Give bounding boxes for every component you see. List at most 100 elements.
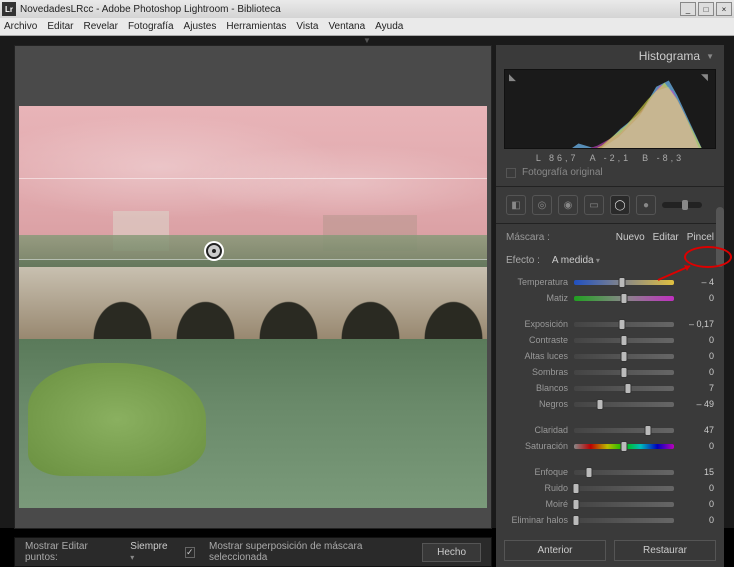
slider-sombras: Sombras0 — [506, 364, 714, 380]
menu-editar[interactable]: Editar — [47, 21, 73, 32]
effect-dropdown[interactable]: A medida — [552, 255, 600, 266]
slider-label: Ruido — [506, 483, 568, 493]
menu-ayuda[interactable]: Ayuda — [375, 21, 403, 32]
slider-matiz: Matiz 0 — [506, 290, 714, 306]
slider-knob[interactable] — [573, 483, 580, 494]
close-button[interactable]: × — [716, 2, 732, 16]
histogram: ◣ ◥ — [504, 69, 716, 149]
menu-vista[interactable]: Vista — [296, 21, 318, 32]
slider-track[interactable] — [574, 296, 674, 301]
top-panel-collapse[interactable]: ▼ — [0, 36, 734, 45]
slider-label: Claridad — [506, 425, 568, 435]
image-canvas[interactable] — [14, 45, 492, 529]
crop-tool[interactable]: ◧ — [506, 195, 526, 215]
original-checkbox[interactable] — [506, 168, 516, 178]
slider-knob[interactable] — [573, 515, 580, 526]
slider-knob[interactable] — [625, 383, 632, 394]
spot-tool[interactable]: ◎ — [532, 195, 552, 215]
slider-value: 0 — [680, 351, 714, 361]
menu-herramientas[interactable]: Herramientas — [226, 21, 286, 32]
histogram-header[interactable]: Histograma — [496, 45, 724, 67]
brush-tool[interactable]: ● — [636, 195, 656, 215]
previous-button[interactable]: Anterior — [504, 540, 606, 561]
slider-label: Contraste — [506, 335, 568, 345]
menu-revelar[interactable]: Revelar — [83, 21, 117, 32]
adjustment-pin[interactable] — [206, 243, 222, 259]
slider-knob[interactable] — [621, 367, 628, 378]
menu-ajustes[interactable]: Ajustes — [184, 21, 217, 32]
slider-knob[interactable] — [621, 335, 628, 346]
slider-track[interactable] — [574, 444, 674, 449]
slider-knob[interactable] — [619, 319, 626, 330]
slider-knob[interactable] — [621, 441, 628, 452]
slider-ruido: Ruido 0 — [506, 480, 714, 496]
minimize-button[interactable]: _ — [680, 2, 696, 16]
radial-tool[interactable]: ◯ — [610, 195, 630, 215]
menu-ventana[interactable]: Ventana — [328, 21, 365, 32]
mask-brush[interactable]: Pincel — [687, 232, 714, 243]
slider-value: 15 — [680, 467, 714, 477]
slider-track[interactable] — [574, 502, 674, 507]
slider-track[interactable] — [574, 338, 674, 343]
slider-value: 7 — [680, 383, 714, 393]
overlay-label: Mostrar superposición de máscara selecci… — [209, 541, 408, 563]
slider-track[interactable] — [574, 280, 674, 285]
slider-knob[interactable] — [645, 425, 652, 436]
slider-track[interactable] — [574, 486, 674, 491]
mask-new[interactable]: Nuevo — [616, 232, 645, 243]
slider-track[interactable] — [574, 402, 674, 407]
slider-knob[interactable] — [573, 499, 580, 510]
overlay-checkbox[interactable]: ✓ — [185, 547, 195, 558]
slider-value: 0 — [680, 441, 714, 451]
done-button[interactable]: Hecho — [422, 543, 481, 562]
right-panel: Histograma ◣ ◥ L 86,7 A -2,1 B -8,3 — [496, 45, 724, 567]
original-label: Fotografía original — [522, 167, 603, 178]
slider-track[interactable] — [574, 518, 674, 523]
slider-track[interactable] — [574, 354, 674, 359]
tool-size-slider[interactable] — [662, 202, 702, 208]
grad-tool[interactable]: ▭ — [584, 195, 604, 215]
slider-label: Temperatura — [506, 277, 568, 287]
slider-label: Matiz — [506, 293, 568, 303]
slider-exposición: Exposición – 0,17 — [506, 316, 714, 332]
show-pins-dropdown[interactable]: Siempre — [130, 541, 170, 563]
slider-value: 0 — [680, 293, 714, 303]
mask-edit[interactable]: Editar — [653, 232, 679, 243]
slider-knob[interactable] — [621, 293, 628, 304]
panel-scrollbar[interactable] — [716, 207, 724, 267]
redeye-tool[interactable]: ◉ — [558, 195, 578, 215]
slider-track[interactable] — [574, 322, 674, 327]
slider-track[interactable] — [574, 370, 674, 375]
window-title: NovedadesLRcc - Adobe Photoshop Lightroo… — [20, 4, 680, 15]
slider-knob[interactable] — [586, 467, 593, 478]
show-pins-label: Mostrar Editar puntos: — [25, 541, 116, 563]
slider-blancos: Blancos7 — [506, 380, 714, 396]
right-panel-collapse[interactable] — [724, 45, 734, 567]
slider-value: 0 — [680, 499, 714, 509]
menu-fotografía[interactable]: Fotografía — [128, 21, 174, 32]
slider-value: 0 — [680, 515, 714, 525]
titlebar: Lr NovedadesLRcc - Adobe Photoshop Light… — [0, 0, 734, 18]
slider-track[interactable] — [574, 428, 674, 433]
slider-label: Enfoque — [506, 467, 568, 477]
slider-value: 47 — [680, 425, 714, 435]
menu-archivo[interactable]: Archivo — [4, 21, 37, 32]
slider-claridad: Claridad 47 — [506, 422, 714, 438]
left-panel-collapse[interactable] — [0, 45, 10, 567]
slider-track[interactable] — [574, 470, 674, 475]
app-icon: Lr — [2, 2, 16, 16]
slider-track[interactable] — [574, 386, 674, 391]
slider-knob[interactable] — [619, 277, 626, 288]
slider-knob[interactable] — [597, 399, 604, 410]
slider-temperatura: Temperatura– 4 — [506, 274, 714, 290]
tool-strip: ◧ ◎ ◉ ▭ ◯ ● — [496, 189, 724, 221]
reset-button[interactable]: Restaurar — [614, 540, 716, 561]
slider-value: – 0,17 — [680, 319, 714, 329]
slider-knob[interactable] — [621, 351, 628, 362]
slider-label: Altas luces — [506, 351, 568, 361]
maximize-button[interactable]: □ — [698, 2, 714, 16]
slider-value: 0 — [680, 483, 714, 493]
slider-label: Exposición — [506, 319, 568, 329]
slider-enfoque: Enfoque 15 — [506, 464, 714, 480]
mask-label: Máscara : — [506, 232, 608, 243]
